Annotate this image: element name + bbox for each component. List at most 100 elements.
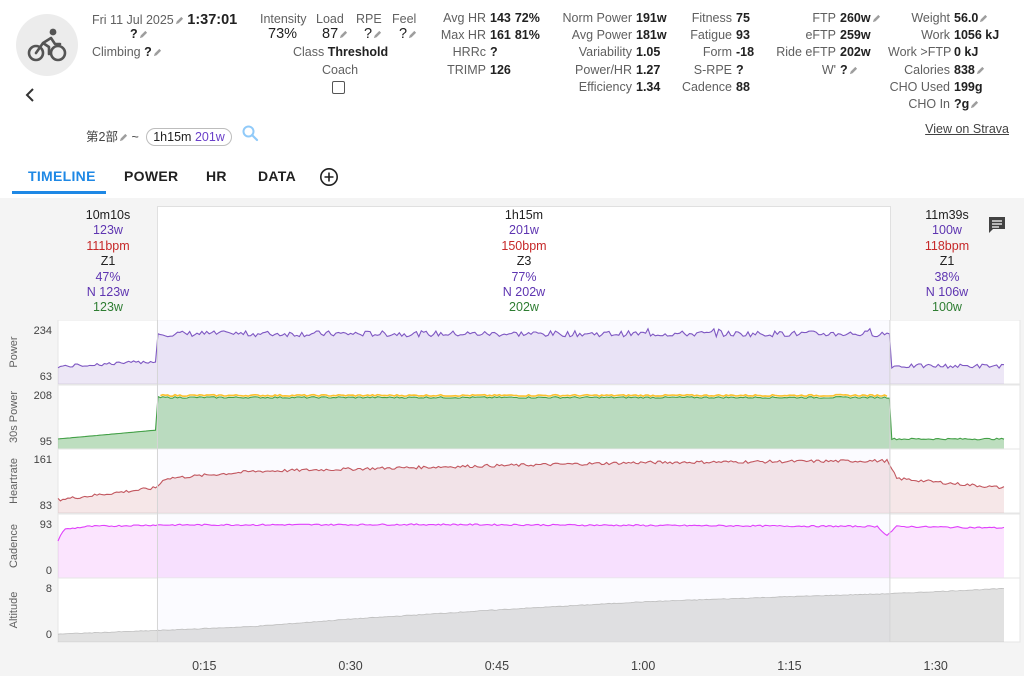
edit-pencil-icon[interactable]: [979, 14, 988, 23]
edit-pencil-icon[interactable]: [175, 16, 184, 25]
stat-label: eFTP: [805, 28, 836, 43]
edit-pencil-icon[interactable]: [139, 30, 148, 39]
stat-row[interactable]: Weight 56.0: [888, 10, 999, 27]
view-on-strava-link[interactable]: View on Strava: [925, 122, 1009, 136]
active-tab-indicator: [12, 191, 106, 194]
stat-label: Power/HR: [575, 62, 632, 77]
tab-data[interactable]: DATA: [258, 168, 296, 184]
stat-row: Form -18: [680, 44, 754, 61]
stat-value: ?g: [954, 97, 970, 112]
stat-value: 0 kJ: [954, 45, 979, 60]
selected-segment[interactable]: 第2部 ~ 1h15m 201w: [86, 126, 232, 146]
stat-row: Fitness 75: [680, 10, 754, 27]
edit-pencil-icon[interactable]: [872, 14, 881, 23]
stat-row[interactable]: Calories 838: [888, 62, 999, 79]
y-tick-label: 63: [40, 371, 52, 383]
edit-pencil-icon[interactable]: [153, 48, 162, 57]
tab-hr[interactable]: HR: [206, 168, 227, 184]
stat-value: 56.0: [954, 11, 979, 25]
x-tick-label: 1:00: [631, 659, 655, 673]
load-label: Load: [316, 12, 344, 26]
axis-label-power: Power: [8, 336, 20, 368]
stat-row: Avg Power 181w: [544, 27, 667, 44]
series-area-power: [58, 328, 1004, 384]
coach-checkbox[interactable]: [332, 81, 345, 94]
stat-row: Cadence 88: [680, 79, 754, 96]
stat-row[interactable]: FTP 260w: [772, 10, 881, 27]
stat-label: Norm Power: [562, 11, 632, 25]
stat-label: Ride eFTP: [776, 45, 836, 60]
stat-value: 191w: [636, 11, 667, 25]
y-tick-label: 208: [34, 390, 52, 402]
edit-pencil-icon[interactable]: [373, 30, 382, 39]
add-tab-plus-icon[interactable]: [319, 167, 339, 187]
stat-row[interactable]: CHO In ?g: [888, 96, 999, 113]
timeline-plots[interactable]: Power 234 63 30s Power 208 95 Heartrate 161 83 Ca…: [0, 320, 1024, 676]
axis-label-30s-power: 30s Power: [8, 391, 20, 443]
activity-title[interactable]: ?: [130, 27, 148, 41]
stat-label: TRIMP: [447, 62, 486, 77]
y-tick-label: 93: [40, 519, 52, 531]
stat-row: Work 1056 kJ: [888, 27, 999, 44]
load-field[interactable]: 87: [322, 26, 348, 42]
y-tick-label: 161: [34, 454, 52, 466]
comment-icon[interactable]: [986, 214, 1008, 236]
stat-row: Efficiency 1.34: [544, 79, 667, 96]
x-tick-label: 1:30: [924, 659, 948, 673]
stat-label: Fitness: [691, 11, 732, 25]
stat-value: 143: [490, 11, 511, 25]
stat-label: Work: [921, 28, 950, 43]
power-stats: Norm Power 191w Avg Power 181w Variability 1.…: [544, 10, 667, 96]
rpe-field[interactable]: ?: [364, 26, 382, 42]
edit-pencil-icon[interactable]: [849, 66, 858, 75]
ftp-stats: FTP 260w eFTP 259w Ride eFTP 202w W'?: [772, 10, 881, 79]
y-tick-label: 8: [46, 583, 52, 595]
stat-label: Form: [702, 45, 732, 60]
stat-row: eFTP 259w: [772, 27, 881, 44]
activity-date-time: Fri 11 Jul 2025 1:37:01: [92, 12, 237, 28]
intensity-label: Intensity: [260, 12, 307, 26]
climbing-field[interactable]: Climbing ?: [92, 45, 162, 59]
stat-label: HRRc: [452, 45, 486, 60]
view-tabs: TIMELINE POWER HR DATA: [0, 162, 1024, 196]
stat-value: 88: [736, 79, 750, 94]
stat-extra: 72%: [514, 11, 540, 25]
tab-timeline[interactable]: TIMELINE: [28, 168, 96, 184]
edit-pencil-icon[interactable]: [970, 100, 979, 109]
lap-summary-2[interactable]: 1h15m 201w 150bpm Z3 77% N 202w 202w: [484, 208, 564, 316]
back-chevron-icon[interactable]: [20, 85, 40, 105]
activity-type-avatar: [16, 14, 78, 76]
search-icon[interactable]: [241, 124, 259, 142]
stat-value: 161: [490, 28, 511, 43]
segment-chip[interactable]: 1h15m 201w: [146, 128, 232, 146]
stat-row: Max HR 161 81%: [424, 27, 540, 44]
stat-extra: 81%: [514, 28, 540, 43]
x-tick-label: 0:30: [338, 659, 362, 673]
stat-row[interactable]: W'?: [772, 62, 881, 79]
lap-summary-1[interactable]: 10m10s 123w 111bpm Z1 47% N 123w 123w: [74, 208, 142, 316]
stat-value: 126: [490, 62, 511, 77]
y-tick-label: 0: [46, 565, 52, 577]
stat-row: Power/HR 1.27: [544, 62, 667, 79]
stat-value: 260w: [840, 11, 871, 25]
feel-field[interactable]: ?: [399, 26, 417, 42]
activity-duration: 1:37:01: [187, 12, 238, 28]
edit-pencil-icon[interactable]: [339, 30, 348, 39]
stat-value: ?: [736, 62, 744, 77]
weight-work-stats: Weight 56.0 Work 1056 kJ Work >FTP 0 kJ Calori…: [888, 10, 999, 113]
x-tick-label: 0:45: [485, 659, 509, 673]
lap-summary-3[interactable]: 11m39s 100w 118bpm Z1 38% N 106w 100w: [912, 208, 982, 316]
x-tick-label: 1:15: [777, 659, 801, 673]
tab-power[interactable]: POWER: [124, 168, 178, 184]
stat-value: 181w: [636, 28, 667, 43]
edit-pencil-icon[interactable]: [119, 133, 128, 142]
stat-label: Cadence: [681, 79, 732, 94]
stat-row: Norm Power 191w: [544, 10, 667, 27]
edit-pencil-icon[interactable]: [408, 30, 417, 39]
stat-label: S-RPE: [693, 62, 732, 77]
stat-label: CHO In: [908, 97, 950, 112]
stat-label: Calories: [904, 62, 950, 77]
stat-row: TRIMP 126: [424, 62, 540, 79]
stat-value: 202w: [840, 45, 871, 60]
edit-pencil-icon[interactable]: [976, 66, 985, 75]
